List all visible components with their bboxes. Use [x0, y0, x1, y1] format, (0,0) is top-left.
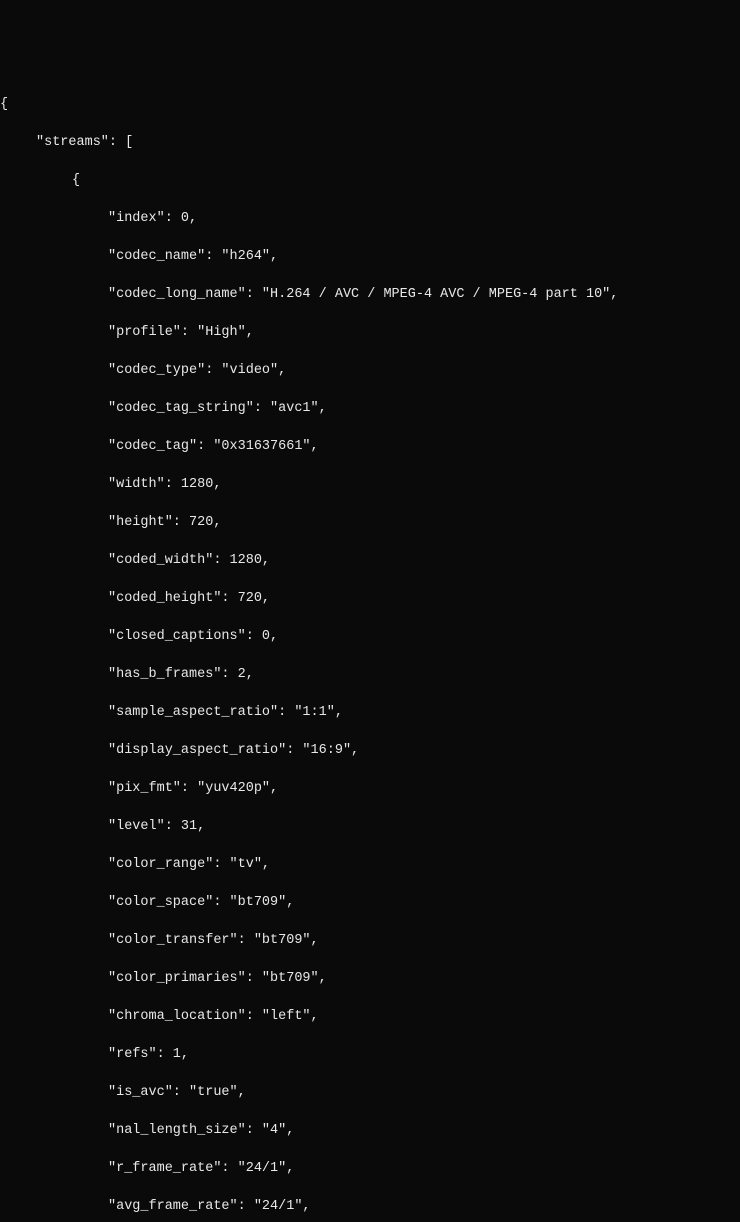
- json-field: "avg_frame_rate": "24/1",: [0, 1197, 740, 1216]
- json-field: "pix_fmt": "yuv420p",: [0, 779, 740, 798]
- json-field: "color_space": "bt709",: [0, 893, 740, 912]
- json-field: "level": 31,: [0, 817, 740, 836]
- json-field: "profile": "High",: [0, 323, 740, 342]
- json-field: "coded_height": 720,: [0, 589, 740, 608]
- json-streams-key: "streams": [: [0, 133, 740, 152]
- json-field: "color_range": "tv",: [0, 855, 740, 874]
- json-field: "is_avc": "true",: [0, 1083, 740, 1102]
- json-field: "codec_type": "video",: [0, 361, 740, 380]
- json-field: "has_b_frames": 2,: [0, 665, 740, 684]
- json-field: "codec_tag_string": "avc1",: [0, 399, 740, 418]
- json-field: "sample_aspect_ratio": "1:1",: [0, 703, 740, 722]
- json-field: "refs": 1,: [0, 1045, 740, 1064]
- json-field: "codec_name": "h264",: [0, 247, 740, 266]
- json-field: "nal_length_size": "4",: [0, 1121, 740, 1140]
- json-field: "color_transfer": "bt709",: [0, 931, 740, 950]
- json-field: "height": 720,: [0, 513, 740, 532]
- json-open-brace: {: [0, 95, 740, 114]
- json-stream-object-open: {: [0, 171, 740, 190]
- json-field: "chroma_location": "left",: [0, 1007, 740, 1026]
- json-field: "codec_long_name": "H.264 / AVC / MPEG-4…: [0, 285, 740, 304]
- json-field: "display_aspect_ratio": "16:9",: [0, 741, 740, 760]
- json-field: "codec_tag": "0x31637661",: [0, 437, 740, 456]
- json-field: "closed_captions": 0,: [0, 627, 740, 646]
- json-field: "width": 1280,: [0, 475, 740, 494]
- json-field: "coded_width": 1280,: [0, 551, 740, 570]
- terminal-output[interactable]: { "streams": [ { "index": 0, "codec_name…: [0, 76, 740, 1222]
- json-field: "color_primaries": "bt709",: [0, 969, 740, 988]
- json-field: "index": 0,: [0, 209, 740, 228]
- json-field: "r_frame_rate": "24/1",: [0, 1159, 740, 1178]
